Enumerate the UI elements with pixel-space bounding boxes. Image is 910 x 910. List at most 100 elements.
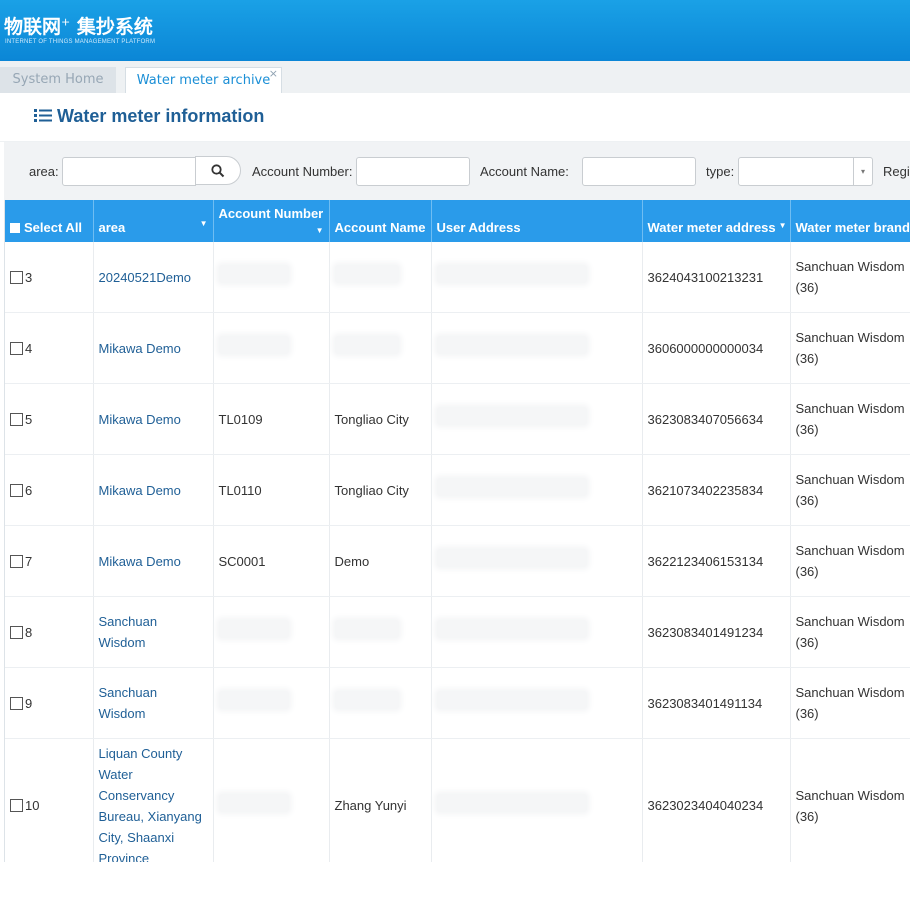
tab-system-home[interactable]: System Home (0, 67, 116, 93)
account-number-cell (213, 242, 330, 313)
sort-icon[interactable]: ▼ (316, 226, 324, 235)
table-row[interactable]: 7 Mikawa Demo SC0001 Demo 3622123406153134 Sa… (5, 525, 910, 597)
table-header-row: Select All area ▼ Account Number ▼ Account… (5, 200, 910, 242)
area-cell[interactable]: Liquan County Water Conservancy Bureau, … (93, 738, 214, 863)
water-meter-brand-cell: Sanchuan Wisdom (36) (790, 596, 910, 668)
sort-icon[interactable]: ▼ (200, 219, 208, 228)
area-label: area: (29, 164, 59, 179)
area-cell[interactable]: Mikawa Demo (93, 312, 214, 384)
account-name-label: Account Name: (480, 164, 569, 179)
select-all-header[interactable]: Select All (5, 200, 94, 242)
table-row[interactable]: 9 Sanchuan Wisdom 3623083401491134 Sanchuan… (5, 667, 910, 739)
column-header-user-address[interactable]: User Address (431, 200, 643, 242)
water-meter-brand: Sanchuan Wisdom (36) (795, 472, 905, 508)
area-cell[interactable]: Mikawa Demo (93, 525, 214, 597)
table-row[interactable]: 4 Mikawa Demo 3606000000000034 Sanchuan Wis… (5, 312, 910, 384)
tab-bar: System Home Water meter archive × (0, 61, 910, 93)
redacted-value (436, 478, 587, 496)
water-meter-address-cell: 3623083407056634 (642, 383, 791, 455)
redacted-value (436, 336, 587, 354)
area-cell[interactable]: Sanchuan Wisdom (93, 667, 214, 739)
user-address-cell (431, 596, 643, 668)
account-name-cell: Tongliao City (329, 383, 432, 455)
account-name-cell (329, 312, 432, 384)
row-checkbox[interactable] (10, 341, 23, 355)
account-name: Tongliao City (334, 411, 409, 427)
redacted-value (218, 620, 289, 638)
select-all-checkbox[interactable] (10, 222, 20, 233)
header-label: User Address (436, 220, 521, 235)
sort-icon[interactable]: ▼ (779, 221, 787, 230)
redacted-value (334, 691, 399, 709)
row-checkbox[interactable] (10, 554, 23, 568)
water-meter-address: 3623083407056634 (647, 411, 764, 427)
account-number-label: Account Number: (252, 164, 353, 179)
column-header-water-meter-brand[interactable]: Water meter brand (790, 200, 910, 242)
row-select-cell[interactable]: 9 (5, 667, 94, 739)
area-link[interactable]: Mikawa Demo (99, 554, 181, 569)
tab-label: Water meter archive (136, 73, 271, 88)
region-label: Regi (883, 164, 910, 179)
row-number: 4 (25, 340, 33, 356)
redacted-value (436, 265, 587, 283)
row-select-cell[interactable]: 5 (5, 383, 94, 455)
table-row[interactable]: 8 Sanchuan Wisdom 3623083401491234 Sanchuan… (5, 596, 910, 668)
area-link[interactable]: Mikawa Demo (99, 412, 181, 427)
account-number-cell (213, 312, 330, 384)
account-number-cell (213, 667, 330, 739)
column-header-water-meter-address[interactable]: Water meter address ▼ (642, 200, 791, 242)
product-name: 集抄系统 (76, 16, 153, 38)
tab-water-meter-archive[interactable]: Water meter archive × (125, 67, 282, 93)
brand-logo: 物联网+ 集抄系统 (4, 12, 153, 39)
table-row[interactable]: 5 Mikawa Demo TL0109 Tongliao City 362308340… (5, 383, 910, 455)
user-address-cell (431, 383, 643, 455)
table-row[interactable]: 3 20240521Demo 3624043100213231 Sanchuan Wi… (5, 242, 910, 313)
area-cell[interactable]: Sanchuan Wisdom (93, 596, 214, 668)
water-meter-brand: Sanchuan Wisdom (36) (795, 401, 905, 437)
account-number-input[interactable] (356, 157, 470, 186)
row-checkbox[interactable] (10, 799, 23, 813)
row-select-cell[interactable]: 6 (5, 454, 94, 526)
column-header-area[interactable]: area ▼ (93, 200, 214, 242)
column-header-account-number[interactable]: Account Number ▼ (213, 200, 330, 242)
row-select-cell[interactable]: 7 (5, 525, 94, 597)
table-row[interactable]: 10 Liquan County Water Conservancy Bureau… (5, 738, 910, 863)
account-name-input[interactable] (582, 157, 696, 186)
app-header: 物联网+ 集抄系统 INTERNET OF THINGS MANAGEMENT … (0, 0, 910, 61)
account-name-cell: Zhang Yunyi (329, 738, 432, 862)
area-link[interactable]: Sanchuan Wisdom (99, 614, 158, 650)
water-meter-address: 3622123406153134 (647, 553, 764, 569)
water-meter-address-cell: 3622123406153134 (642, 525, 791, 597)
row-checkbox[interactable] (10, 483, 23, 497)
area-search-button[interactable] (195, 156, 241, 185)
row-select-cell[interactable]: 8 (5, 596, 94, 668)
column-header-account-name[interactable]: Account Name (329, 200, 432, 242)
water-meter-address: 3606000000000034 (647, 340, 764, 356)
type-select[interactable]: ▾ (738, 157, 873, 186)
water-meter-address-cell: 3624043100213231 (642, 242, 791, 313)
table-row[interactable]: 6 Mikawa Demo TL0110 Tongliao City 362107340… (5, 454, 910, 526)
account-name: Tongliao City (334, 482, 409, 498)
area-link[interactable]: Liquan County Water Conservancy Bureau, … (99, 746, 202, 863)
row-checkbox[interactable] (10, 625, 23, 639)
area-cell[interactable]: Mikawa Demo (93, 383, 214, 455)
row-checkbox[interactable] (10, 270, 23, 284)
row-select-cell[interactable]: 3 (5, 242, 94, 313)
area-input[interactable] (62, 157, 196, 186)
area-cell[interactable]: 20240521Demo (93, 242, 214, 313)
row-number: 10 (25, 798, 40, 813)
header-label: Account Name (334, 220, 426, 235)
account-name: Demo (334, 553, 370, 569)
close-icon[interactable]: × (269, 61, 278, 87)
row-checkbox[interactable] (10, 696, 23, 710)
area-link[interactable]: 20240521Demo (99, 270, 192, 285)
row-select-cell[interactable]: 10 (5, 738, 94, 862)
area-link[interactable]: Mikawa Demo (99, 341, 181, 356)
page-title: Water meter information (57, 106, 265, 126)
water-meter-brand: Sanchuan Wisdom (36) (795, 614, 905, 650)
row-select-cell[interactable]: 4 (5, 312, 94, 384)
area-cell[interactable]: Mikawa Demo (93, 454, 214, 526)
area-link[interactable]: Sanchuan Wisdom (99, 685, 158, 721)
row-checkbox[interactable] (10, 412, 23, 426)
area-link[interactable]: Mikawa Demo (99, 483, 181, 498)
